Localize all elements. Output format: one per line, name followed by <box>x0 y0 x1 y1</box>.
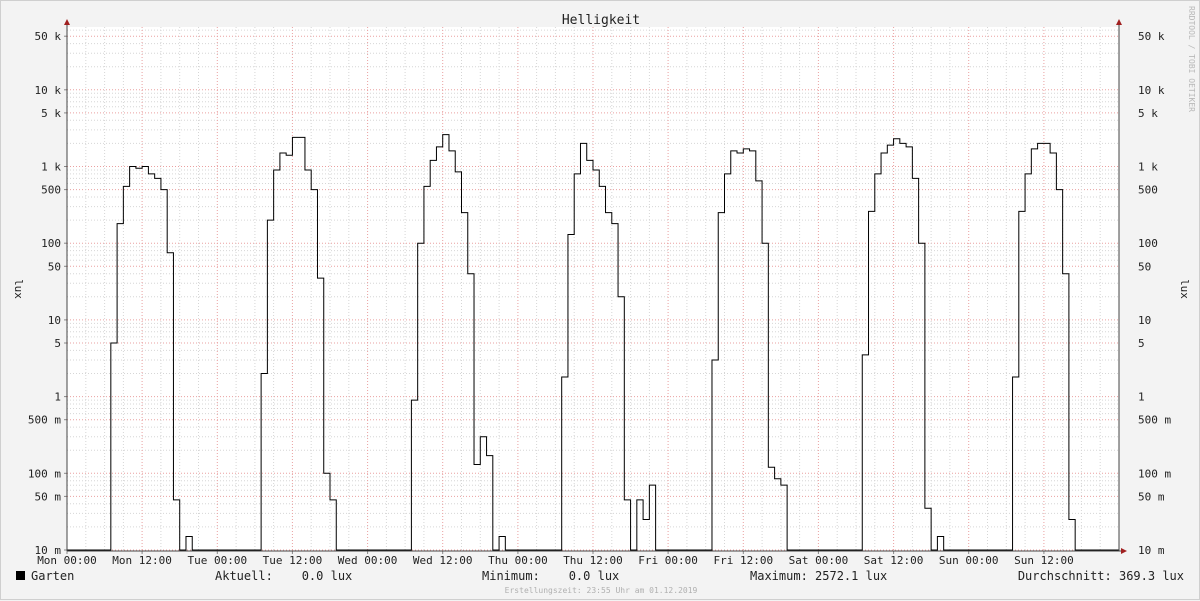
y-tick-label-left: 50 <box>48 260 61 273</box>
y-tick-label-left: 50 m <box>35 490 62 503</box>
y-tick-label-right: 50 k <box>1138 30 1165 43</box>
y-tick-label-right: 1 <box>1138 391 1145 404</box>
y-tick-label-right: 1 k <box>1138 161 1158 174</box>
x-tick-label: Tue 00:00 <box>187 554 247 567</box>
y-tick-label-right: 5 <box>1138 337 1145 350</box>
y-tick-label-left: 1 k <box>41 161 61 174</box>
y-tick-label-left: 10 k <box>35 84 62 97</box>
legend-swatch <box>16 571 25 580</box>
y-axis-label-right: lux <box>1178 279 1191 299</box>
x-tick-label: Sat 00:00 <box>789 554 849 567</box>
y-tick-label-right: 100 m <box>1138 467 1171 480</box>
y-tick-label-left: 10 <box>48 314 61 327</box>
x-tick-label: Sun 00:00 <box>939 554 999 567</box>
y-axis-label-left: lux <box>12 279 25 299</box>
x-tick-label: Mon 00:00 <box>37 554 97 567</box>
x-tick-label: Wed 12:00 <box>413 554 473 567</box>
stat-aktuell: Aktuell: 0.0 lux <box>215 569 352 583</box>
y-tick-label-right: 100 <box>1138 237 1158 250</box>
y-tick-label-left: 5 k <box>41 107 61 120</box>
y-tick-label-right: 50 <box>1138 260 1151 273</box>
x-tick-label: Fri 12:00 <box>713 554 773 567</box>
y-tick-label-right: 10 m <box>1138 544 1165 557</box>
x-tick-label: Mon 12:00 <box>112 554 172 567</box>
creation-timestamp: Erstellungszeit: 23:55 Uhr am 01.12.2019 <box>505 586 698 595</box>
y-tick-label-left: 100 m <box>28 467 61 480</box>
stat-maximum: Maximum: 2572.1 lux <box>750 569 887 583</box>
y-tick-label-left: 500 <box>41 184 61 197</box>
x-tick-label: Thu 00:00 <box>488 554 548 567</box>
x-tick-label: Thu 12:00 <box>563 554 623 567</box>
stat-minimum: Minimum: 0.0 lux <box>482 569 619 583</box>
y-tick-label-right: 5 k <box>1138 107 1158 120</box>
y-axis-arrow-left <box>64 19 70 25</box>
brightness-chart: 10 m 10 m50 m 50 m100 m 100 m500 m 500 m1 15 5… <box>12 6 1196 595</box>
legend-label: Garten <box>31 569 74 583</box>
y-axis-arrow-right <box>1116 19 1122 25</box>
chart-frame: 10 m 10 m 50 m 50 m 100 m 100 m 500 m 500 m1155… <box>0 0 1200 600</box>
y-tick-label-left: 500 m <box>28 414 61 427</box>
x-tick-label: Fri 00:00 <box>638 554 698 567</box>
y-tick-label-left: 50 k <box>35 30 62 43</box>
x-tick-label: Sat 12:00 <box>864 554 924 567</box>
stat-durchschnitt: Durchschnitt: 369.3 lux <box>1018 569 1184 583</box>
x-tick-label: Wed 00:00 <box>338 554 398 567</box>
x-tick-label: Tue 12:00 <box>263 554 323 567</box>
y-tick-label-right: 10 k <box>1138 84 1165 97</box>
y-tick-label-left: 1 <box>54 391 61 404</box>
y-tick-label-right: 10 <box>1138 314 1151 327</box>
x-axis-arrow <box>1121 548 1127 554</box>
y-tick-label-left: 5 <box>54 337 61 350</box>
y-tick-label-right: 500 <box>1138 184 1158 197</box>
y-tick-label-right: 50 m <box>1138 490 1165 503</box>
y-tick-label-right: 500 m <box>1138 414 1171 427</box>
y-tick-label-left: 100 <box>41 237 61 250</box>
watermark: RRDTOOL / TOBI OETIKER <box>1187 6 1196 112</box>
x-tick-label: Sun 12:00 <box>1014 554 1074 567</box>
chart-title: Helligkeit <box>562 13 640 28</box>
